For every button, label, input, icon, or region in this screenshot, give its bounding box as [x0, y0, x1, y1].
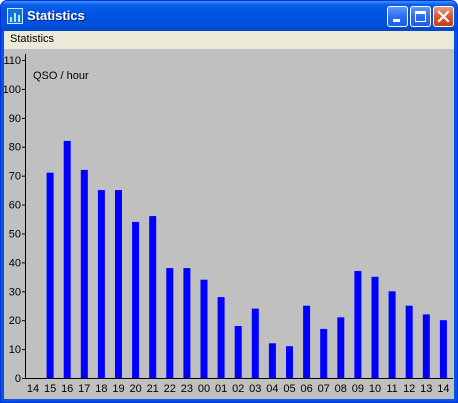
x-tick-label: 18	[95, 383, 107, 395]
x-tick-label: 14	[27, 383, 39, 395]
x-tick-label: 01	[215, 383, 227, 395]
x-tick-label: 14	[437, 383, 449, 395]
bar-4	[97, 190, 105, 378]
x-tick-label: 17	[78, 383, 90, 395]
x-tick-label: 20	[129, 383, 141, 395]
x-tick-label: 05	[283, 383, 295, 395]
chart-title: QSO / hour	[33, 70, 89, 82]
statistics-window: Statistics Statistics 0 10 20 30 40 50 60 70 80 9…	[0, 0, 458, 403]
bar-3	[80, 169, 88, 378]
menu-bar: Statistics	[4, 31, 454, 49]
bar-9	[183, 268, 191, 378]
y-tick-label: 0	[15, 373, 21, 385]
bar-15	[286, 346, 293, 378]
minimize-icon	[393, 19, 400, 22]
maximize-icon	[415, 11, 426, 22]
bar-11	[217, 297, 225, 378]
x-tick-label: 07	[318, 383, 330, 395]
bar-22	[405, 305, 413, 378]
bar-13	[251, 308, 259, 378]
bar-18	[337, 317, 345, 378]
bar-1	[46, 172, 54, 378]
bar-8	[166, 268, 174, 378]
bar-23	[422, 314, 430, 378]
app-icon[interactable]	[7, 8, 23, 24]
x-tick-label: 15	[44, 383, 56, 395]
close-icon	[437, 10, 450, 23]
bar-5	[115, 190, 122, 378]
bar-14	[268, 343, 276, 378]
y-tick-label: 30	[9, 286, 21, 298]
x-tick-label: 16	[61, 383, 73, 395]
y-tick-label: 10	[9, 344, 21, 356]
y-tick-label: 50	[9, 228, 21, 240]
bar-17	[320, 328, 328, 378]
x-tick-label: 19	[112, 383, 124, 395]
minimize-button[interactable]	[387, 6, 408, 27]
bar-12	[234, 326, 242, 378]
maximize-button[interactable]	[410, 6, 431, 27]
bar-21	[388, 291, 396, 378]
y-tick-label: 20	[9, 315, 21, 327]
bar-19	[354, 271, 362, 378]
bar-chart: 010203040506070809010011014 15 16 17 18 19 20 2…	[4, 54, 453, 395]
chart-area: 0 10 20 30 40 50 60 70 80 90 100 110 14 15 16 17 18 19 20 2…	[4, 49, 454, 399]
x-tick-label: 02	[232, 383, 244, 395]
bar-20	[371, 276, 379, 378]
bar-16	[303, 305, 311, 378]
x-tick-label: 11	[386, 383, 397, 395]
x-tick-label: 23	[181, 383, 193, 395]
y-tick-label: 110	[4, 55, 21, 67]
x-tick-label: 04	[266, 383, 278, 395]
y-tick-label: 70	[9, 171, 21, 183]
x-tick-label: 10	[369, 383, 381, 395]
menu-statistics[interactable]: Statistics	[10, 33, 54, 45]
x-tick-label: 22	[164, 383, 176, 395]
title-bar[interactable]: Statistics	[1, 1, 457, 31]
x-tick-label: 09	[352, 383, 364, 395]
x-tick-label: 13	[420, 383, 432, 395]
window-title: Statistics	[27, 8, 85, 23]
x-tick-label: 06	[300, 383, 312, 395]
y-tick-label: 90	[9, 113, 21, 125]
bar-7	[149, 216, 157, 378]
x-tick-label: 08	[335, 383, 347, 395]
bar-10	[200, 279, 208, 378]
y-tick-label: 60	[9, 200, 21, 212]
x-tick-label: 00	[198, 383, 210, 395]
y-tick-label: 100	[4, 84, 21, 96]
bar-6	[132, 221, 140, 378]
x-tick-label: 03	[249, 383, 261, 395]
bar-24	[439, 320, 447, 378]
x-tick-label: 21	[147, 383, 159, 395]
close-button[interactable]	[433, 6, 454, 27]
bar-2	[63, 140, 71, 378]
y-tick-label: 40	[9, 257, 21, 269]
x-tick-label: 12	[403, 383, 415, 395]
y-tick-label: 80	[9, 142, 21, 154]
